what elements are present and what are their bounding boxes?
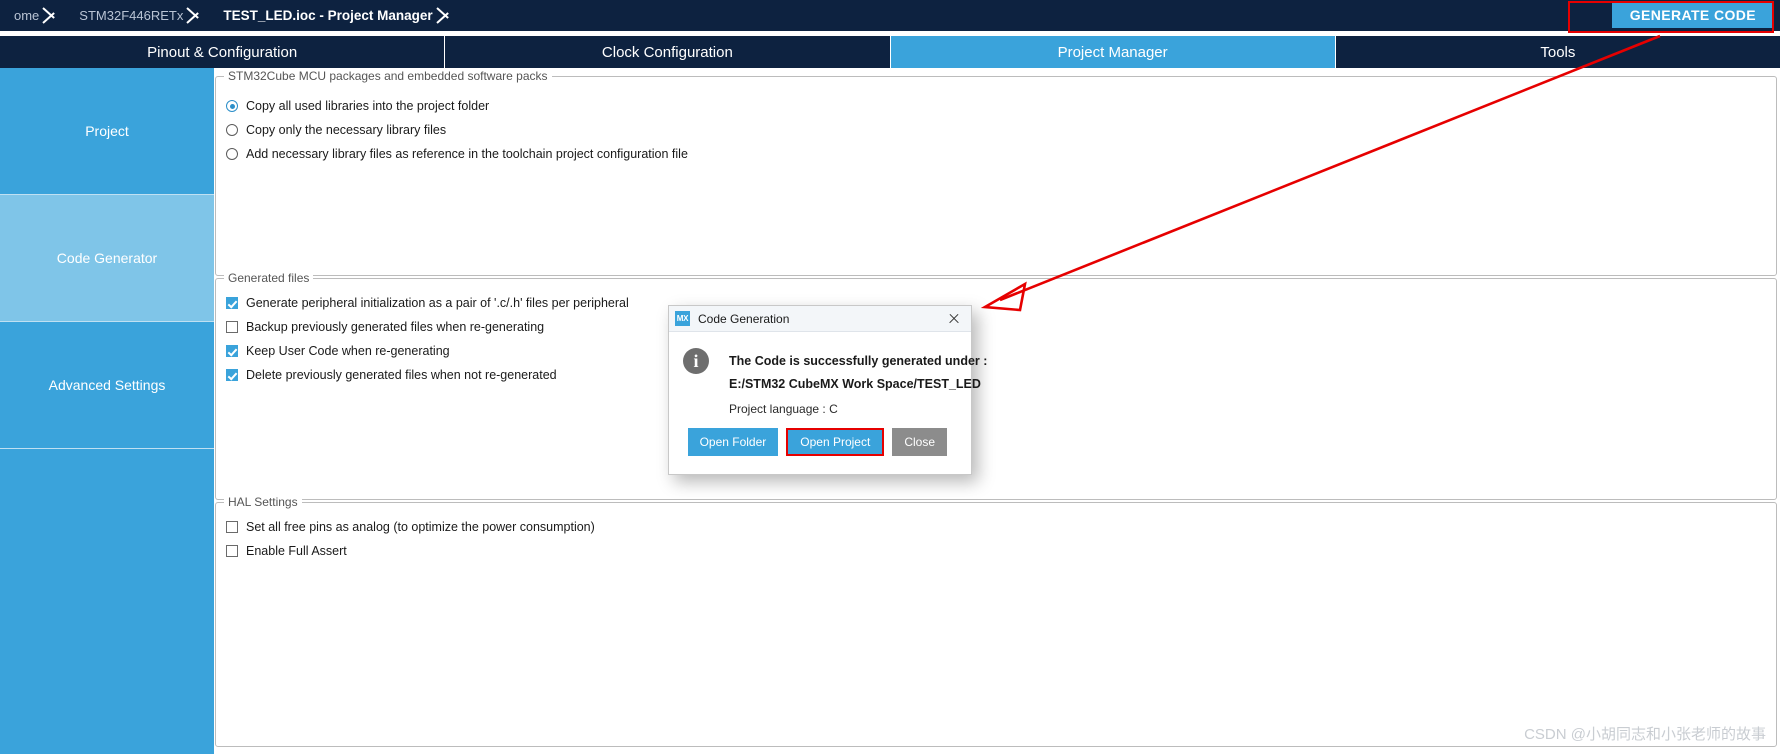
checkbox-row-backup-previously-generated[interactable]: Backup previously generated files when r… xyxy=(226,320,544,334)
breadcrumb-item-mcu[interactable]: STM32F446RETx xyxy=(65,0,209,31)
tab-clock-configuration[interactable]: Clock Configuration xyxy=(445,36,891,68)
chevron-right-icon xyxy=(185,0,207,31)
chevron-right-icon xyxy=(435,0,457,31)
checkbox-icon[interactable] xyxy=(226,545,238,557)
option-label: Copy only the necessary library files xyxy=(246,123,447,137)
tab-label: Project Manager xyxy=(1057,43,1168,61)
checkbox-row-set-free-pins-analog[interactable]: Set all free pins as analog (to optimize… xyxy=(226,520,595,534)
sidebar-item-project[interactable]: Project xyxy=(0,68,214,195)
dialog-title-bar: MX Code Generation xyxy=(669,306,971,332)
code-generation-dialog: MX Code Generation i The Code is success… xyxy=(668,305,987,475)
sidebar-item-label: Code Generator xyxy=(56,250,158,266)
option-label: Delete previously generated files when n… xyxy=(246,368,557,382)
group-title-mcu-packages: STM32Cube MCU packages and embedded soft… xyxy=(224,69,552,83)
tab-label: Pinout & Configuration xyxy=(147,43,298,61)
info-icon: i xyxy=(683,348,709,374)
checkbox-icon[interactable] xyxy=(226,297,238,309)
checkbox-row-delete-previously-generated[interactable]: Delete previously generated files when n… xyxy=(226,368,557,382)
sidebar-item-code-generator[interactable]: Code Generator xyxy=(0,195,214,322)
option-label: Keep User Code when re-generating xyxy=(246,344,450,358)
group-mcu-packages: STM32Cube MCU packages and embedded soft… xyxy=(215,69,1777,276)
sidebar-item-label: Advanced Settings xyxy=(48,377,166,393)
breadcrumb-item-project[interactable]: TEST_LED.ioc - Project Manager xyxy=(209,0,458,31)
content-panel: STM32Cube MCU packages and embedded soft… xyxy=(214,68,1780,754)
group-generated-files: Generated files Generate peripheral init… xyxy=(215,271,1777,500)
chevron-right-icon xyxy=(41,0,63,31)
group-title-generated-files: Generated files xyxy=(224,271,314,285)
tab-tools[interactable]: Tools xyxy=(1335,36,1780,68)
generate-code-button[interactable]: GENERATE CODE xyxy=(1611,2,1774,28)
radio-row-copy-necessary-library-files[interactable]: Copy only the necessary library files xyxy=(226,123,446,137)
sidebar-item-advanced-settings[interactable]: Advanced Settings xyxy=(0,322,214,449)
option-label: Set all free pins as analog (to optimize… xyxy=(246,520,595,534)
radio-icon[interactable] xyxy=(226,100,238,112)
breadcrumb: ome STM32F446RETx TEST_LED.ioc - Project… xyxy=(0,0,459,31)
sidebar-item-label: Project xyxy=(85,123,129,139)
open-project-button[interactable]: Open Project xyxy=(788,430,883,454)
breadcrumb-item-home[interactable]: ome xyxy=(0,0,65,31)
group-hal-settings: HAL Settings Set all free pins as analog… xyxy=(215,495,1777,747)
option-label: Copy all used libraries into the project… xyxy=(246,99,490,113)
checkbox-icon[interactable] xyxy=(226,521,238,533)
main-tab-strip: Pinout & Configuration Clock Configurati… xyxy=(0,36,1780,68)
dialog-message-line2: E:/STM32 CubeMX Work Space/TEST_LED xyxy=(729,377,981,391)
close-icon[interactable] xyxy=(943,308,965,330)
option-label: Backup previously generated files when r… xyxy=(246,320,545,334)
breadcrumb-label: TEST_LED.ioc - Project Manager xyxy=(223,8,433,23)
generate-code-wrapper: GENERATE CODE xyxy=(1611,2,1774,28)
radio-icon[interactable] xyxy=(226,124,238,136)
radio-icon[interactable] xyxy=(226,148,238,160)
checkbox-icon[interactable] xyxy=(226,369,238,381)
dialog-message: The Code is successfully generated under… xyxy=(729,346,987,416)
dialog-body: i The Code is successfully generated und… xyxy=(669,332,987,426)
dialog-button-row: Open Folder Open Project Close xyxy=(669,426,971,474)
checkbox-icon[interactable] xyxy=(226,321,238,333)
open-folder-button[interactable]: Open Folder xyxy=(687,428,779,456)
checkbox-row-keep-user-code[interactable]: Keep User Code when re-generating xyxy=(226,344,450,358)
cubemx-logo-icon: MX xyxy=(675,311,690,326)
dialog-title-text: Code Generation xyxy=(698,311,790,326)
watermark-text: CSDN @小胡同志和小张老师的故事 xyxy=(1524,726,1766,743)
checkbox-row-generate-peripheral-init[interactable]: Generate peripheral initialization as a … xyxy=(226,296,629,310)
breadcrumb-label: STM32F446RETx xyxy=(79,8,184,23)
left-sidebar: Project Code Generator Advanced Settings xyxy=(0,68,214,754)
tab-project-manager[interactable]: Project Manager xyxy=(890,36,1336,68)
close-button[interactable]: Close xyxy=(892,428,947,456)
radio-row-copy-all-libraries[interactable]: Copy all used libraries into the project… xyxy=(226,99,489,113)
annotation-box-open-project: Open Project xyxy=(786,428,885,456)
tab-label: Tools xyxy=(1540,43,1576,61)
top-breadcrumb-bar: ome STM32F446RETx TEST_LED.ioc - Project… xyxy=(0,0,1780,31)
tab-pinout-configuration[interactable]: Pinout & Configuration xyxy=(0,36,446,68)
radio-row-add-library-as-reference[interactable]: Add necessary library files as reference… xyxy=(226,147,688,161)
group-title-hal-settings: HAL Settings xyxy=(224,495,302,509)
option-label: Generate peripheral initialization as a … xyxy=(246,296,629,310)
checkbox-icon[interactable] xyxy=(226,345,238,357)
tab-label: Clock Configuration xyxy=(601,43,733,61)
breadcrumb-label: ome xyxy=(14,8,40,23)
option-label: Add necessary library files as reference… xyxy=(246,147,688,161)
checkbox-row-enable-full-assert[interactable]: Enable Full Assert xyxy=(226,544,347,558)
option-label: Enable Full Assert xyxy=(246,544,347,558)
dialog-message-line3: Project language : C xyxy=(729,402,838,416)
dialog-message-line1: The Code is successfully generated under… xyxy=(729,354,988,368)
sidebar-filler xyxy=(0,449,214,749)
